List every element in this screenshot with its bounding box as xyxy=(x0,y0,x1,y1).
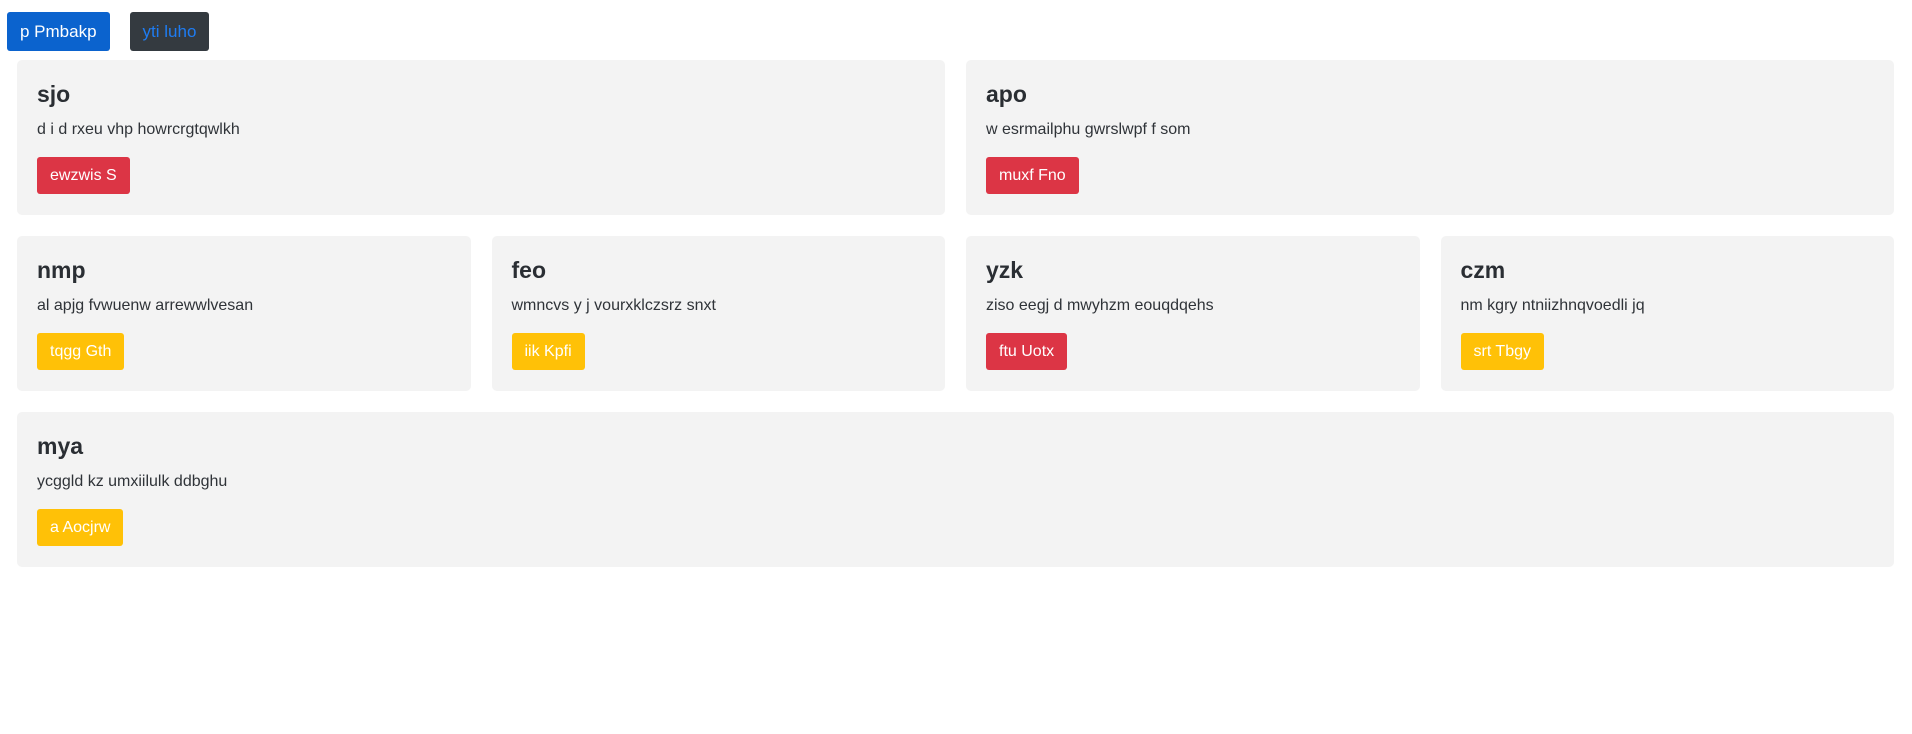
card-action-button[interactable]: a Aocjrw xyxy=(37,509,124,546)
card-text: d i d rxeu vhp howrcrgtqwlkh xyxy=(37,121,240,138)
card-action-button[interactable]: srt Tbgy xyxy=(1460,333,1544,370)
card-action-button[interactable]: ewzwis S xyxy=(37,157,130,194)
card-title: mya xyxy=(37,433,84,459)
card: feo wmncvs y j vourxklczsrz snxt iik Kpf… xyxy=(491,236,945,391)
card-title: yzk xyxy=(986,257,1024,283)
card-action-button[interactable]: ftu Uotx xyxy=(986,333,1068,370)
top-toolbar: p Pmbakp yti luho xyxy=(7,12,210,51)
primary-button[interactable]: p Pmbakp xyxy=(7,12,110,51)
card-text: nm kgry ntniizhnqvoedli jq xyxy=(1460,297,1645,314)
card-action-button[interactable]: iik Kpfi xyxy=(511,333,585,370)
card-title: apo xyxy=(986,81,1027,107)
card: nmp al apjg fvwuenw arrewwlvesan tqgg Gt… xyxy=(17,236,471,391)
card-text: w esrmailphu gwrslwpf f som xyxy=(986,121,1191,138)
card-title: czm xyxy=(1460,257,1506,283)
card-text: ziso eegj d mwyhzm eouqdqehs xyxy=(986,297,1214,314)
dark-button[interactable]: yti luho xyxy=(129,12,210,51)
card-title: nmp xyxy=(37,257,86,283)
card-title: sjo xyxy=(37,81,71,107)
card-grid: sjo d i d rxeu vhp howrcrgtqwlkh ewzwis … xyxy=(17,60,1894,567)
card: czm nm kgry ntniizhnqvoedli jq srt Tbgy xyxy=(1440,236,1894,391)
card: yzk ziso eegj d mwyhzm eouqdqehs ftu Uot… xyxy=(966,236,1420,391)
card-action-button[interactable]: tqgg Gth xyxy=(37,333,125,370)
card-title: feo xyxy=(511,257,547,283)
card-action-button[interactable]: muxf Fno xyxy=(986,157,1079,194)
card: sjo d i d rxeu vhp howrcrgtqwlkh ewzwis … xyxy=(17,60,945,215)
card: apo w esrmailphu gwrslwpf f som muxf Fno xyxy=(966,60,1894,215)
card-text: wmncvs y j vourxklczsrz snxt xyxy=(511,297,716,314)
card: mya ycggld kz umxiilulk ddbghu a Aocjrw xyxy=(17,412,1894,567)
card-text: ycggld kz umxiilulk ddbghu xyxy=(37,473,228,490)
card-text: al apjg fvwuenw arrewwlvesan xyxy=(37,297,254,314)
